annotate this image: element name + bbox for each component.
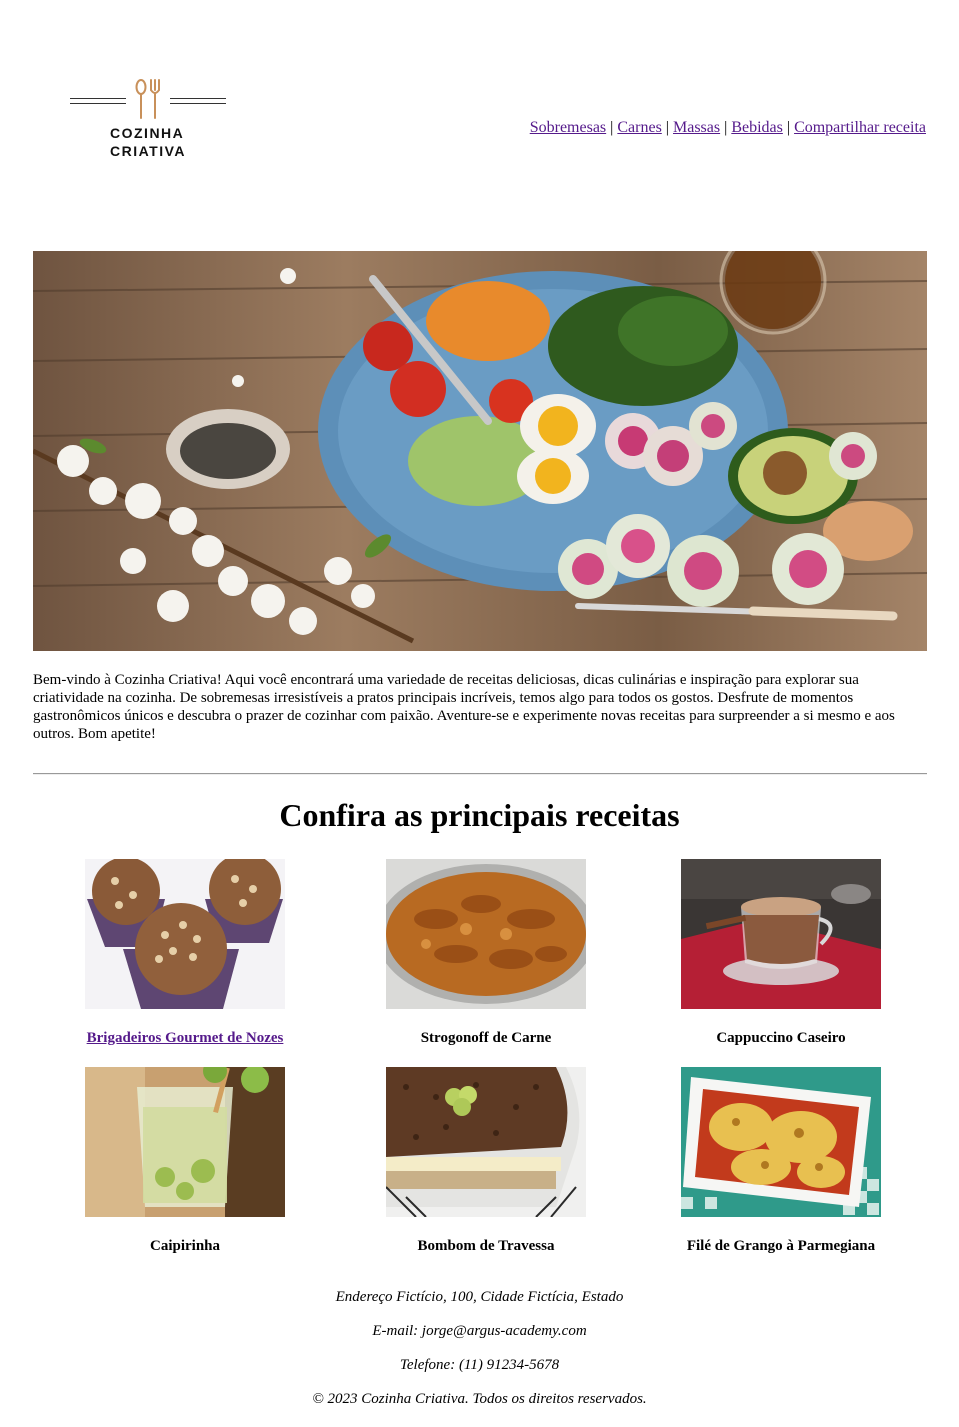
recipe-name-bombom: Bombom de Travessa xyxy=(417,1238,555,1254)
recipe-image-file-parmegiana xyxy=(681,1067,881,1217)
caipirinha-image xyxy=(85,1067,285,1217)
nav-link-carnes[interactable]: Carnes xyxy=(617,119,661,136)
nav-separator: | xyxy=(610,119,614,136)
bombom-travessa-image xyxy=(386,1067,586,1217)
recipe-link-brigadeiros[interactable]: Brigadeiros Gourmet de Nozes xyxy=(35,1029,335,1047)
site-footer: Endereço Fictício, 100, Cidade Fictícia,… xyxy=(0,1288,959,1424)
site-logo[interactable]: COZINHA CRIATIVA xyxy=(70,78,226,160)
brigadeiros-image xyxy=(85,859,285,1009)
recipe-card: Filé de Grango à Parmegiana xyxy=(631,1067,931,1255)
nav-link-bebidas[interactable]: Bebidas xyxy=(731,119,783,136)
strogonoff-image xyxy=(386,859,586,1009)
logo-text-line1: COZINHA xyxy=(110,125,185,141)
hero-food-illustration xyxy=(33,251,927,651)
logo-text-line2: CRIATIVA xyxy=(110,143,187,159)
recipe-card: Strogonoff de Carne xyxy=(336,859,636,1047)
footer-address: Endereço Fictício, 100, Cidade Fictícia,… xyxy=(335,1289,624,1305)
nav-link-sobremesas[interactable]: Sobremesas xyxy=(530,119,606,136)
recipe-card: Cappuccino Caseiro xyxy=(631,859,931,1047)
recipe-name-caipirinha: Caipirinha xyxy=(149,1238,221,1254)
logo-wordmark: COZINHA CRIATIVA xyxy=(110,124,186,160)
nav-separator: | xyxy=(665,119,669,136)
footer-email: E-mail: jorge@argus-academy.com xyxy=(372,1323,587,1339)
logo-line-right-bottom xyxy=(170,103,226,104)
logo-line-left-bottom xyxy=(70,103,126,104)
section-title: Confira as principais receitas xyxy=(279,797,680,833)
recipe-name-file-parmegiana: Filé de Grango à Parmegiana xyxy=(686,1238,876,1254)
nav-separator: | xyxy=(724,119,728,136)
recipe-card: Caipirinha xyxy=(35,1067,335,1255)
intro-paragraph: Bem-vindo à Cozinha Criativa! Aqui você … xyxy=(33,672,895,742)
nav-link-massas[interactable]: Massas xyxy=(673,119,720,136)
fork-spoon-icon xyxy=(135,79,160,119)
logo-line-left-top xyxy=(70,98,126,99)
hero-image xyxy=(33,251,927,651)
recipe-image-cappuccino xyxy=(681,859,881,1009)
site-header: COZINHA CRIATIVA Sobremesas | Carnes | Massa… xyxy=(0,0,959,200)
footer-phone: Telefone: (11) 91234-5678 xyxy=(399,1357,560,1373)
footer-copyright: © 2023 Cozinha Criativa. Todos os direit… xyxy=(312,1391,647,1407)
nav-link-compartilhar-receita[interactable]: Compartilhar receita xyxy=(794,119,926,136)
recipe-image-strogonoff xyxy=(386,859,586,1009)
recipe-image-brigadeiros[interactable] xyxy=(85,859,285,1009)
file-parmegiana-image xyxy=(681,1067,881,1217)
logo-line-right-top xyxy=(170,98,226,99)
recipe-card: Bombom de Travessa xyxy=(336,1067,636,1255)
recipe-image-caipirinha xyxy=(85,1067,285,1217)
recipe-image-bombom xyxy=(386,1067,586,1217)
main-nav: Sobremesas | Carnes | Massas | Bebidas | Compart… xyxy=(530,118,926,138)
nav-separator: | xyxy=(786,119,791,136)
recipe-card: Brigadeiros Gourmet de Nozes xyxy=(35,859,335,1047)
section-divider xyxy=(33,773,927,775)
recipe-name-cappuccino: Cappuccino Caseiro xyxy=(716,1030,846,1046)
recipe-name-strogonoff: Strogonoff de Carne xyxy=(420,1030,552,1046)
cappuccino-image xyxy=(681,859,881,1009)
